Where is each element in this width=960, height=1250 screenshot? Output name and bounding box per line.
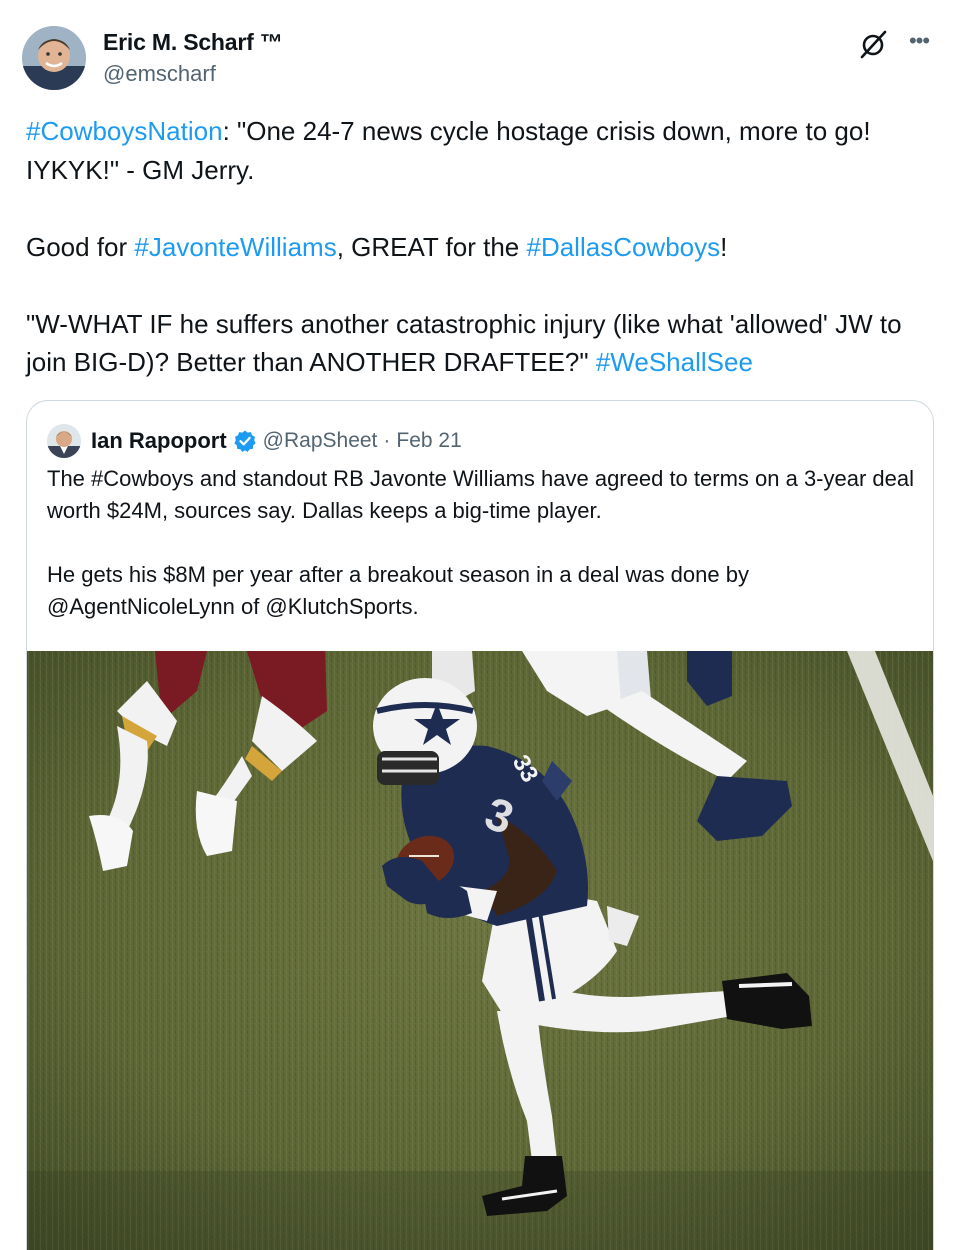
quoted-tweet-photo[interactable]: 33 3 [27, 651, 933, 1250]
quoted-tweet[interactable]: Ian Rapoport @RapSheet · Feb 21 The #Cow… [26, 400, 934, 1250]
more-options-icon[interactable]: ••• [904, 26, 934, 56]
quoted-author-avatar[interactable] [47, 424, 81, 458]
grok-icon[interactable] [858, 28, 890, 60]
tweet-text: #CowboysNation: "One 24-7 news cycle hos… [26, 112, 931, 382]
quoted-author-handle[interactable]: @RapSheet [263, 429, 378, 453]
tweet-paragraph-2-pre: Good for [26, 231, 135, 262]
quoted-separator: · [383, 429, 391, 452]
hashtag-javontewilliams[interactable]: #JavonteWilliams [134, 232, 336, 262]
author-avatar[interactable] [22, 26, 86, 90]
author-handle[interactable]: @emscharf [103, 59, 283, 89]
hashtag-cowboysnation[interactable]: #CowboysNation [26, 116, 223, 146]
tweet-paragraph-3-text: "W-WHAT IF he suffers another catastroph… [26, 308, 902, 378]
tweet-card: Eric M. Scharf ™ @emscharf ••• #CowboysN… [0, 0, 960, 1250]
author-display-name[interactable]: Eric M. Scharf ™ [103, 28, 283, 56]
author-info: Eric M. Scharf ™ @emscharf [103, 28, 283, 89]
quoted-paragraph-1: The #Cowboys and standout RB Javonte Wil… [47, 466, 915, 523]
quoted-tweet-date[interactable]: Feb 21 [396, 429, 461, 453]
tweet-paragraph-3: "W-WHAT IF he suffers another catastroph… [26, 305, 931, 382]
quoted-tweet-header: Ian Rapoport @RapSheet · Feb 21 [47, 423, 462, 459]
tweet-paragraph-2-mid: , GREAT for the [336, 231, 527, 262]
quoted-tweet-text: The #Cowboys and standout RB Javonte Wil… [47, 463, 917, 623]
quoted-paragraph-2: He gets his $8M per year after a breakou… [47, 562, 749, 619]
hashtag-dallascowboys[interactable]: #DallasCowboys [526, 232, 720, 262]
tweet-paragraph-2-end: ! [720, 231, 728, 262]
hashtag-weshallsee[interactable]: #WeShallSee [596, 347, 753, 377]
verified-badge-icon [233, 429, 257, 453]
quoted-author-name[interactable]: Ian Rapoport [91, 428, 227, 454]
tweet-paragraph-2: Good for #JavonteWilliams, GREAT for the… [26, 228, 931, 267]
tweet-paragraph-1: #CowboysNation: "One 24-7 news cycle hos… [26, 112, 931, 189]
